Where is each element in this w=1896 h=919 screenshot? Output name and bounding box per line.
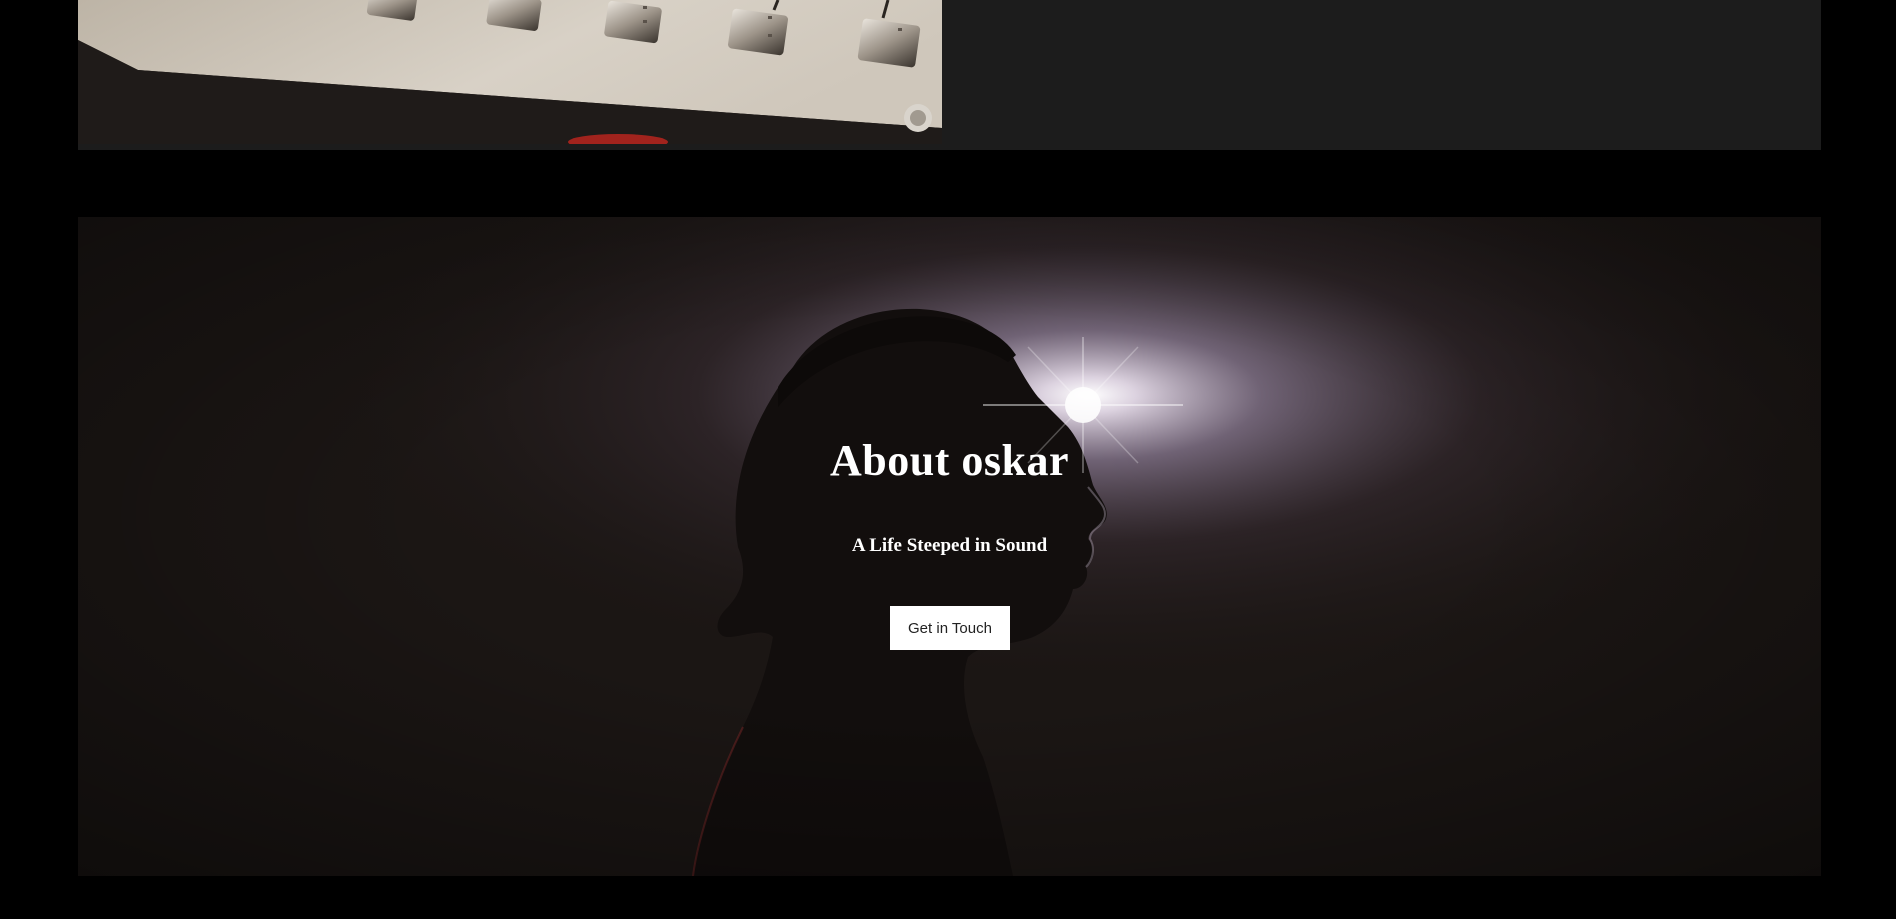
hero-content: About oskar A Life Steeped in Sound Get … — [78, 217, 1821, 876]
get-in-touch-button[interactable]: Get in Touch — [890, 606, 1010, 650]
about-title: About oskar — [830, 436, 1069, 485]
page: About oskar A Life Steeped in Sound Get … — [0, 0, 1896, 919]
gallery-card — [78, 0, 1821, 150]
about-hero-section: About oskar A Life Steeped in Sound Get … — [78, 217, 1821, 876]
mixer-image — [78, 0, 942, 144]
about-subtitle: A Life Steeped in Sound — [851, 535, 1048, 556]
